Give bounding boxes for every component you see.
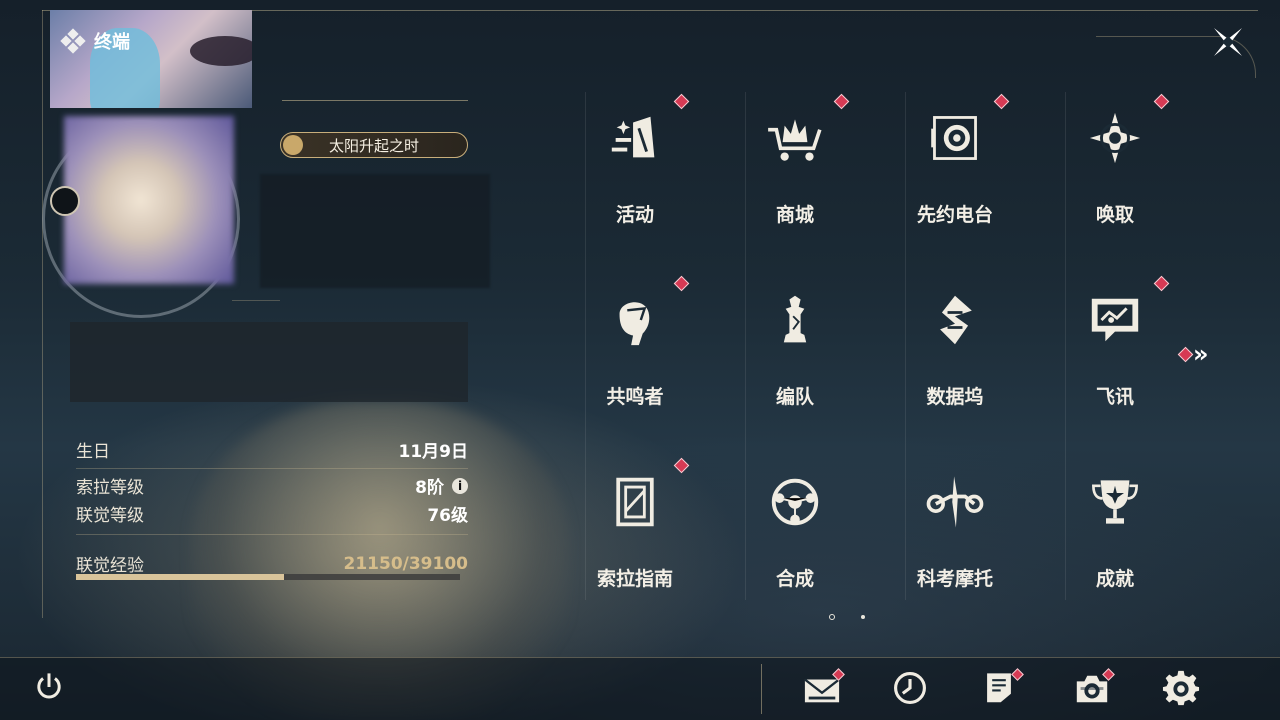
stat-value: 76级 xyxy=(427,506,468,526)
menu-tile-label: 共鸣者 xyxy=(606,386,664,408)
title-tag-label: 太阳升起之时 xyxy=(328,136,419,155)
exp-progress-fill xyxy=(76,574,284,580)
chess-team-icon xyxy=(757,282,833,358)
notes-icon[interactable] xyxy=(982,668,1024,710)
menu-tile-label: 唤取 xyxy=(1095,204,1134,226)
menu-tile-motorcycle[interactable]: 科考摩托 xyxy=(875,456,1035,606)
function-grid: 活动 商城 先约电台 唤取共鸣者 编队 数据坞 飞讯索拉指南 合成 科考摩托 成就 xyxy=(555,92,1195,600)
stat-label: 生日 xyxy=(76,442,110,462)
close-icon[interactable] xyxy=(1210,24,1246,60)
menu-tile-label: 数据坞 xyxy=(926,386,984,408)
bottom-divider xyxy=(761,664,762,714)
menu-tile-data-dock[interactable]: 数据坞 xyxy=(875,274,1035,424)
menu-tile-gacha-compass[interactable]: 唤取 xyxy=(1035,92,1195,242)
guide-icon xyxy=(597,464,673,540)
notification-badge xyxy=(673,93,690,110)
motorcycle-icon xyxy=(917,464,993,540)
terminal-icon xyxy=(60,28,86,54)
power-icon[interactable] xyxy=(32,670,72,710)
menu-tile-trophy[interactable]: 成就 xyxy=(1035,456,1195,606)
gacha-compass-icon xyxy=(1077,100,1153,176)
page-title: 终端 xyxy=(94,32,130,53)
notification-badge xyxy=(1153,275,1170,292)
avatar[interactable] xyxy=(64,116,234,284)
title-emblem-icon xyxy=(283,135,303,155)
notification-badge xyxy=(1153,93,1170,110)
exp-value: 21150/39100 xyxy=(343,553,469,574)
terminal-header: 终端 xyxy=(60,28,130,54)
menu-tile-label: 飞讯 xyxy=(1095,386,1134,408)
double-chevron-right-icon: » xyxy=(1193,340,1209,368)
signature-redacted[interactable] xyxy=(70,322,468,402)
synthesis-icon xyxy=(757,464,833,540)
stat-label: 联觉等级 xyxy=(76,506,144,526)
menu-tile-label: 合成 xyxy=(775,568,814,590)
chat-icon xyxy=(1077,282,1153,358)
camera-icon[interactable] xyxy=(1073,668,1115,710)
stat-birthday: 生日 11月9日 xyxy=(76,437,468,462)
name-divider xyxy=(282,100,468,101)
menu-tile-radio[interactable]: 先约电台 xyxy=(875,92,1035,242)
menu-tile-event[interactable]: 活动 xyxy=(555,92,715,242)
menu-tile-guide[interactable]: 索拉指南 xyxy=(555,456,715,606)
resonator-icon xyxy=(597,282,673,358)
menu-tile-synthesis[interactable]: 合成 xyxy=(715,456,875,606)
menu-tile-label: 活动 xyxy=(615,204,654,226)
menu-tile-label: 先约电台 xyxy=(916,204,993,226)
trophy-icon xyxy=(1077,464,1153,540)
menu-tile-label: 成就 xyxy=(1095,568,1134,590)
menu-tile-label: 商城 xyxy=(775,204,814,226)
stat-sola-level: 索拉等级 8阶 i xyxy=(76,473,468,498)
settings-gear-icon[interactable] xyxy=(1162,670,1202,710)
info-icon[interactable]: i xyxy=(452,477,468,494)
notification-badge xyxy=(673,275,690,292)
menu-tile-chat[interactable]: 飞讯 xyxy=(1035,274,1195,424)
stat-value: 8阶 xyxy=(415,478,444,498)
menu-tile-label: 编队 xyxy=(775,386,814,408)
menu-tile-label: 科考摩托 xyxy=(916,568,993,590)
radio-icon xyxy=(917,100,993,176)
notification-badge xyxy=(1177,346,1194,362)
menu-tile-shop-crown[interactable]: 商城 xyxy=(715,92,875,242)
notification-badge xyxy=(673,457,690,474)
menu-tile-chess-team[interactable]: 编队 xyxy=(715,274,875,424)
title-tag[interactable]: 太阳升起之时 xyxy=(280,132,468,158)
avatar-edit-icon[interactable] xyxy=(50,186,80,216)
mail-icon[interactable] xyxy=(803,668,845,710)
page-indicator-dot[interactable] xyxy=(829,614,835,620)
player-name-redacted xyxy=(260,174,490,288)
stat-label: 索拉等级 xyxy=(76,478,144,498)
exp-progress-bar xyxy=(76,574,460,580)
notification-badge xyxy=(833,93,850,110)
page-indicator-dot[interactable] xyxy=(861,615,865,619)
next-page-button[interactable]: » xyxy=(1177,340,1209,368)
data-dock-icon xyxy=(917,282,993,358)
stat-value: 11月9日 xyxy=(398,442,469,462)
stat-union-level: 联觉等级 76级 xyxy=(76,501,468,526)
divider xyxy=(76,468,468,469)
menu-tile-resonator[interactable]: 共鸣者 xyxy=(555,274,715,424)
notification-badge xyxy=(993,93,1010,110)
stat-union-exp: 联觉经验 21150/39100 xyxy=(76,551,469,577)
divider xyxy=(76,534,468,535)
frame-left-line xyxy=(42,10,43,618)
profile-banner[interactable] xyxy=(50,10,252,108)
clock-icon[interactable] xyxy=(892,670,932,710)
shop-crown-icon xyxy=(757,100,833,176)
menu-tile-label: 索拉指南 xyxy=(596,568,673,590)
divider xyxy=(232,300,280,301)
exp-label: 联觉经验 xyxy=(76,556,144,576)
event-icon xyxy=(597,100,673,176)
